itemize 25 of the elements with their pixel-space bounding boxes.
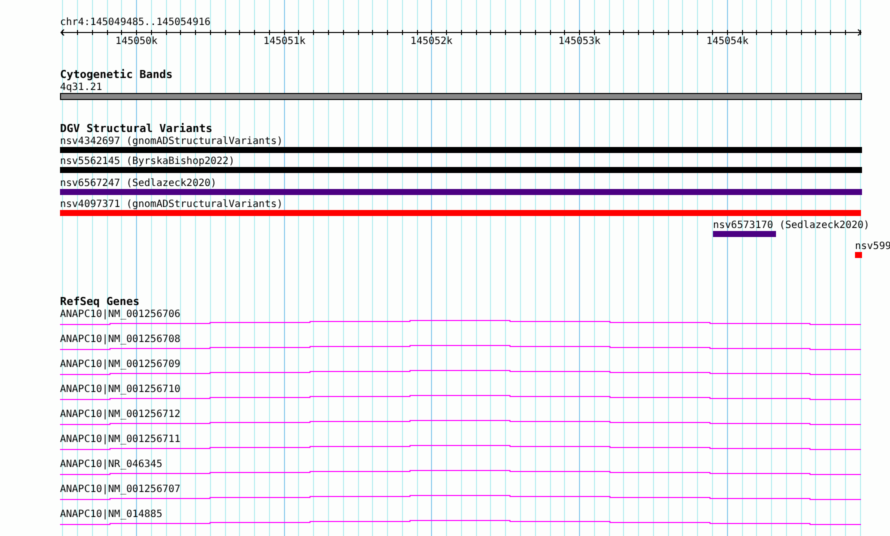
variant-label: nsv599 bbox=[855, 241, 890, 252]
variant-label: nsv4097371 (gnomADStructuralVariants) bbox=[60, 199, 283, 210]
location-label: chr4:145049485..145054916 bbox=[60, 17, 211, 28]
band-label: 4q31.21 bbox=[60, 82, 102, 93]
transcript-label: ANAPC10|NM_001256709 bbox=[60, 359, 180, 370]
variant-label: nsv4342697 (gnomADStructuralVariants) bbox=[60, 136, 283, 147]
ruler-label: 145050k bbox=[115, 36, 158, 47]
transcript-label: ANAPC10|NM_001256706 bbox=[60, 309, 180, 320]
ruler-label: 145053k bbox=[558, 36, 601, 47]
variant-label: nsv6573170 (Sedlazeck2020) bbox=[713, 220, 870, 231]
track-title: DGV Structural Variants bbox=[60, 122, 212, 135]
transcript-label: ANAPC10|NM_001256712 bbox=[60, 409, 180, 420]
transcript-label: ANAPC10|NM_014885 bbox=[60, 509, 162, 520]
variant-label: nsv6567247 (Sedlazeck2020) bbox=[60, 178, 217, 189]
track-title: Cytogenetic Bands bbox=[60, 68, 173, 81]
ruler-label: 145054k bbox=[706, 36, 749, 47]
ruler-label: 145051k bbox=[263, 36, 306, 47]
transcript-label: ANAPC10|NR_046345 bbox=[60, 459, 162, 470]
ruler-label: 145052k bbox=[410, 36, 453, 47]
track-title: RefSeq Genes bbox=[60, 295, 140, 308]
transcript-label: ANAPC10|NM_001256710 bbox=[60, 384, 180, 395]
transcript-label: ANAPC10|NM_001256708 bbox=[60, 334, 180, 345]
transcript-label: ANAPC10|NM_001256707 bbox=[60, 484, 180, 495]
transcript-label: ANAPC10|NM_001256711 bbox=[60, 434, 180, 445]
variant-label: nsv5562145 (ByrskaBishop2022) bbox=[60, 156, 235, 167]
